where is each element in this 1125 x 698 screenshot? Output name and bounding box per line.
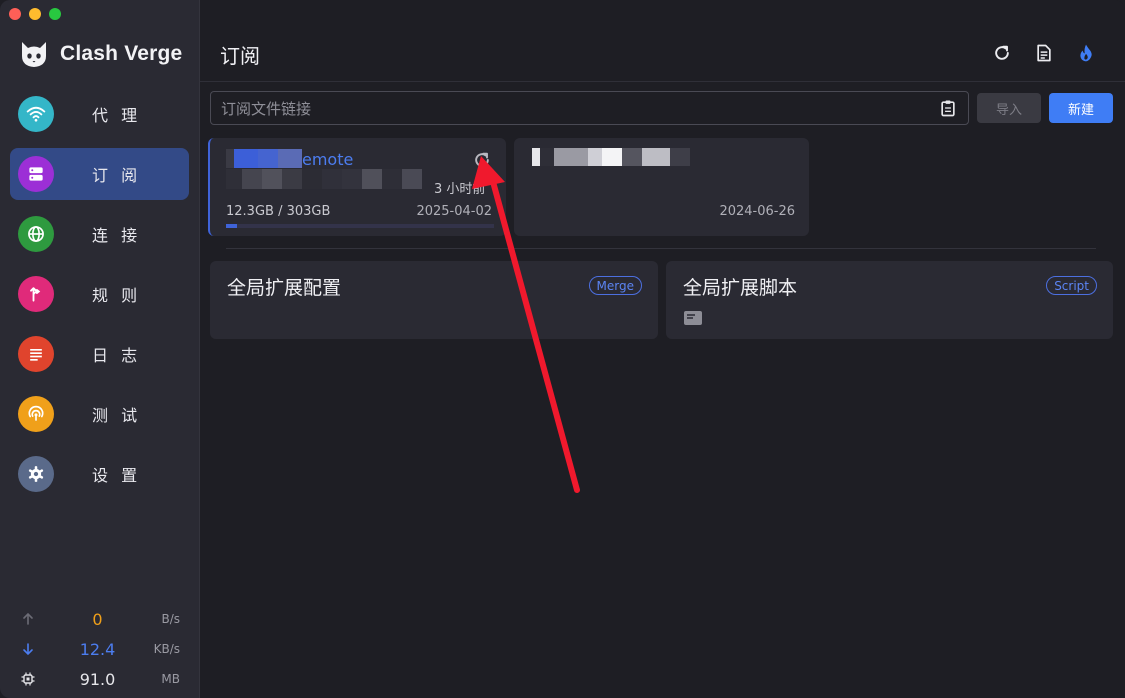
refresh-icon[interactable] — [991, 42, 1013, 64]
redacted-url-mosaic — [226, 169, 422, 189]
profile-expire-date: 2025-04-02 — [416, 204, 492, 219]
profile-name: emote — [302, 150, 354, 169]
nav-label: 代 理 — [92, 106, 142, 125]
download-stat: 12.4 KB/s — [0, 634, 200, 664]
nav-item-logs[interactable]: 日 志 — [10, 328, 189, 380]
extension-title: 全局扩展配置 — [227, 277, 342, 299]
flame-icon[interactable] — [1075, 42, 1097, 64]
nav-item-settings[interactable]: 设 置 — [10, 448, 189, 500]
redacted-name-mosaic — [532, 148, 690, 166]
subscription-url-row: 订阅文件链接 导入 新建 — [210, 91, 1113, 125]
fork-icon — [18, 276, 54, 312]
profile-card-selected[interactable]: emote 3 小时前 12.3GB / 303GB 2025-04-02 — [208, 138, 506, 236]
nav-item-connections[interactable]: 连 接 — [10, 208, 189, 260]
list-icon — [18, 336, 54, 372]
memory-unit: MB — [161, 672, 180, 686]
nav-item-proxy[interactable]: 代 理 — [10, 88, 189, 140]
file-icon — [684, 311, 702, 325]
page-header: 订阅 — [200, 0, 1125, 82]
app-name: Clash Verge — [60, 42, 183, 65]
download-unit: KB/s — [153, 642, 180, 656]
merge-tag: Merge — [588, 276, 642, 295]
script-tag: Script — [1046, 276, 1097, 295]
maximize-window-button[interactable] — [49, 8, 61, 20]
globe-icon — [18, 216, 54, 252]
global-merge-card[interactable]: 全局扩展配置 Merge — [210, 261, 658, 339]
traffic-stats: 0 B/s 12.4 KB/s 91.0 MB — [0, 604, 200, 694]
redacted-name-mosaic — [226, 149, 302, 168]
radar-icon — [18, 396, 54, 432]
extension-title: 全局扩展脚本 — [683, 277, 798, 299]
download-speed: 12.4 — [79, 639, 116, 659]
brand: Clash Verge — [18, 38, 182, 70]
nav-item-test[interactable]: 测 试 — [10, 388, 189, 440]
upload-unit: B/s — [161, 612, 180, 626]
profile-expire-date: 2024-06-26 — [719, 204, 795, 219]
nav-label: 日 志 — [92, 346, 142, 365]
cat-logo-icon — [22, 42, 46, 67]
close-window-button[interactable] — [9, 8, 21, 20]
document-icon[interactable] — [1033, 42, 1055, 64]
import-button[interactable]: 导入 — [977, 93, 1041, 123]
memory-usage: 91.0 — [79, 669, 116, 689]
sidebar: Clash Verge 代 理 订 阅 连 接 规 则 日 志 测 试 设 置 … — [0, 0, 200, 698]
server-icon — [18, 156, 54, 192]
usage-progress-bar — [226, 224, 494, 228]
nav-label: 测 试 — [92, 406, 142, 425]
profile-usage: 12.3GB / 303GB — [226, 204, 331, 219]
wifi-icon — [18, 96, 54, 132]
arrow-up-icon — [20, 611, 36, 627]
nav-item-subscriptions[interactable]: 订 阅 — [10, 148, 189, 200]
subscription-url-input[interactable]: 订阅文件链接 — [210, 91, 969, 125]
nav-label: 连 接 — [92, 226, 142, 245]
nav-label: 规 则 — [92, 286, 142, 305]
nav-label: 设 置 — [92, 466, 142, 485]
usage-progress-fill — [226, 224, 237, 228]
gear-icon — [18, 456, 54, 492]
upload-speed: 0 — [92, 609, 103, 629]
profile-updated-time: 3 小时前 — [434, 182, 486, 197]
window-controls — [9, 8, 61, 20]
page-title: 订阅 — [220, 44, 260, 68]
nav-label: 订 阅 — [92, 166, 142, 185]
clipboard-paste-icon[interactable] — [938, 98, 958, 118]
memory-stat: 91.0 MB — [0, 664, 200, 694]
app-window: Clash Verge 代 理 订 阅 连 接 规 则 日 志 测 试 设 置 … — [0, 0, 1125, 698]
new-profile-button[interactable]: 新建 — [1049, 93, 1113, 123]
section-divider — [226, 248, 1096, 249]
minimize-window-button[interactable] — [29, 8, 41, 20]
upload-stat: 0 B/s — [0, 604, 200, 634]
profile-card[interactable]: 2024-06-26 — [514, 138, 809, 236]
arrow-down-icon — [20, 641, 36, 657]
sidebar-nav: 代 理 订 阅 连 接 规 则 日 志 测 试 设 置 — [10, 88, 189, 508]
nav-item-rules[interactable]: 规 则 — [10, 268, 189, 320]
subscription-url-placeholder: 订阅文件链接 — [221, 99, 312, 118]
memory-chip-icon — [20, 671, 36, 687]
global-script-card[interactable]: 全局扩展脚本 Script — [666, 261, 1113, 339]
main-panel: 订阅 订阅文件链接 导入 新建 emote 3 小时前 12.3GB / 303… — [200, 0, 1125, 698]
refresh-icon[interactable] — [472, 150, 492, 170]
